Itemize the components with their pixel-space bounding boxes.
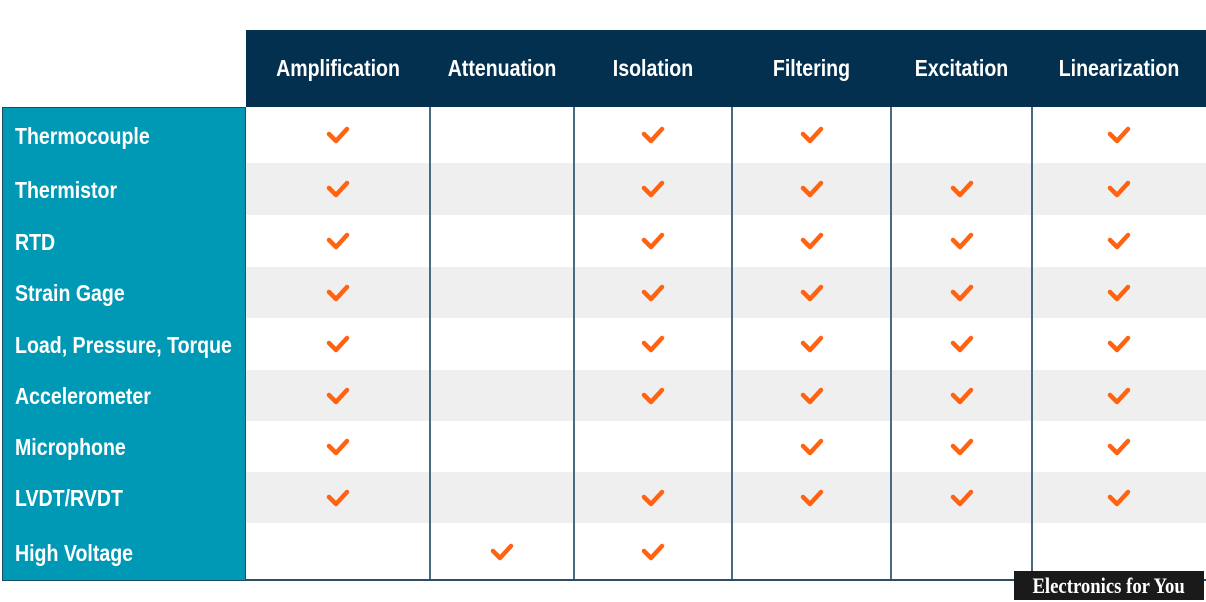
column-header: Filtering [772,55,851,81]
row-label: LVDT/RVDT [15,485,123,511]
row-stripe [246,267,1206,318]
checkmark-icon [1107,335,1131,353]
checkmark-icon [490,543,514,561]
checkmark-icon [641,387,665,404]
checkmark-icon [326,180,350,198]
checkmark-icon [950,232,973,250]
checkmark-icon [641,489,665,506]
column-divider [1031,107,1033,581]
checkmark-icon [800,438,823,455]
row-label: High Voltage [15,539,134,566]
row-label: Thermistor [15,176,118,203]
row-stripe [246,472,1206,523]
checkmark-icon [1107,489,1131,506]
column-divider [890,107,892,581]
checkmark-icon [326,126,350,144]
checkmark-icon [1107,284,1131,301]
checkmark-icon [326,284,350,301]
checkmark-icon [326,438,350,455]
column-header: Isolation [612,55,694,81]
row-label-column: Thermocouple Thermistor RTD Strain Gage Load… [2,107,246,581]
row-label: Thermocouple [15,122,150,149]
column-header: Attenuation [447,55,557,81]
checkmark-icon [326,335,350,353]
checkmark-icon [950,180,973,198]
checkmark-icon [1107,438,1131,455]
checkmark-icon [800,335,823,353]
row-label: Accelerometer [15,383,151,409]
checkmark-icon [800,387,823,404]
checkmark-icon [326,232,350,250]
checkmark-icon [641,335,665,353]
checkmark-icon [800,232,823,250]
checkmark-icon [950,335,973,353]
column-header: Linearization [1058,55,1180,81]
checkmark-icon [950,438,973,455]
checkmark-icon [641,284,665,301]
column-divider [429,107,431,581]
row-label: Load, Pressure, Torque [15,331,232,358]
column-header: Amplification [276,55,400,81]
checkmark-icon [1107,387,1131,404]
checkmark-icon [800,126,823,144]
checkmark-icon [950,284,973,301]
watermark-text: Electronics for You [1032,572,1186,598]
checkmark-icon [950,489,973,506]
checkmark-icon [326,387,350,404]
checkmark-icon [1107,180,1131,198]
checkmark-icon [641,126,665,144]
row-stripe [246,163,1206,215]
row-label: Strain Gage [15,280,125,306]
watermark: Electronics for You [1014,571,1204,600]
column-header-bar: Amplification Attenuation Isolation Filteri… [246,30,1206,107]
checkmark-icon [800,489,823,506]
row-label: Microphone [15,434,126,460]
checkmark-icon [641,180,665,198]
table-body [246,107,1206,581]
column-header: Excitation [914,55,1009,81]
checkmark-icon [326,489,350,506]
checkmark-icon [800,180,823,198]
row-label: RTD [15,228,56,255]
checkmark-icon [641,543,665,561]
column-divider [731,107,733,581]
checkmark-icon [1107,126,1131,144]
checkmark-icon [1107,232,1131,250]
column-divider [573,107,575,581]
row-stripe [246,370,1206,421]
checkmark-icon [950,387,973,404]
checkmark-icon [800,284,823,301]
checkmark-icon [641,232,665,250]
